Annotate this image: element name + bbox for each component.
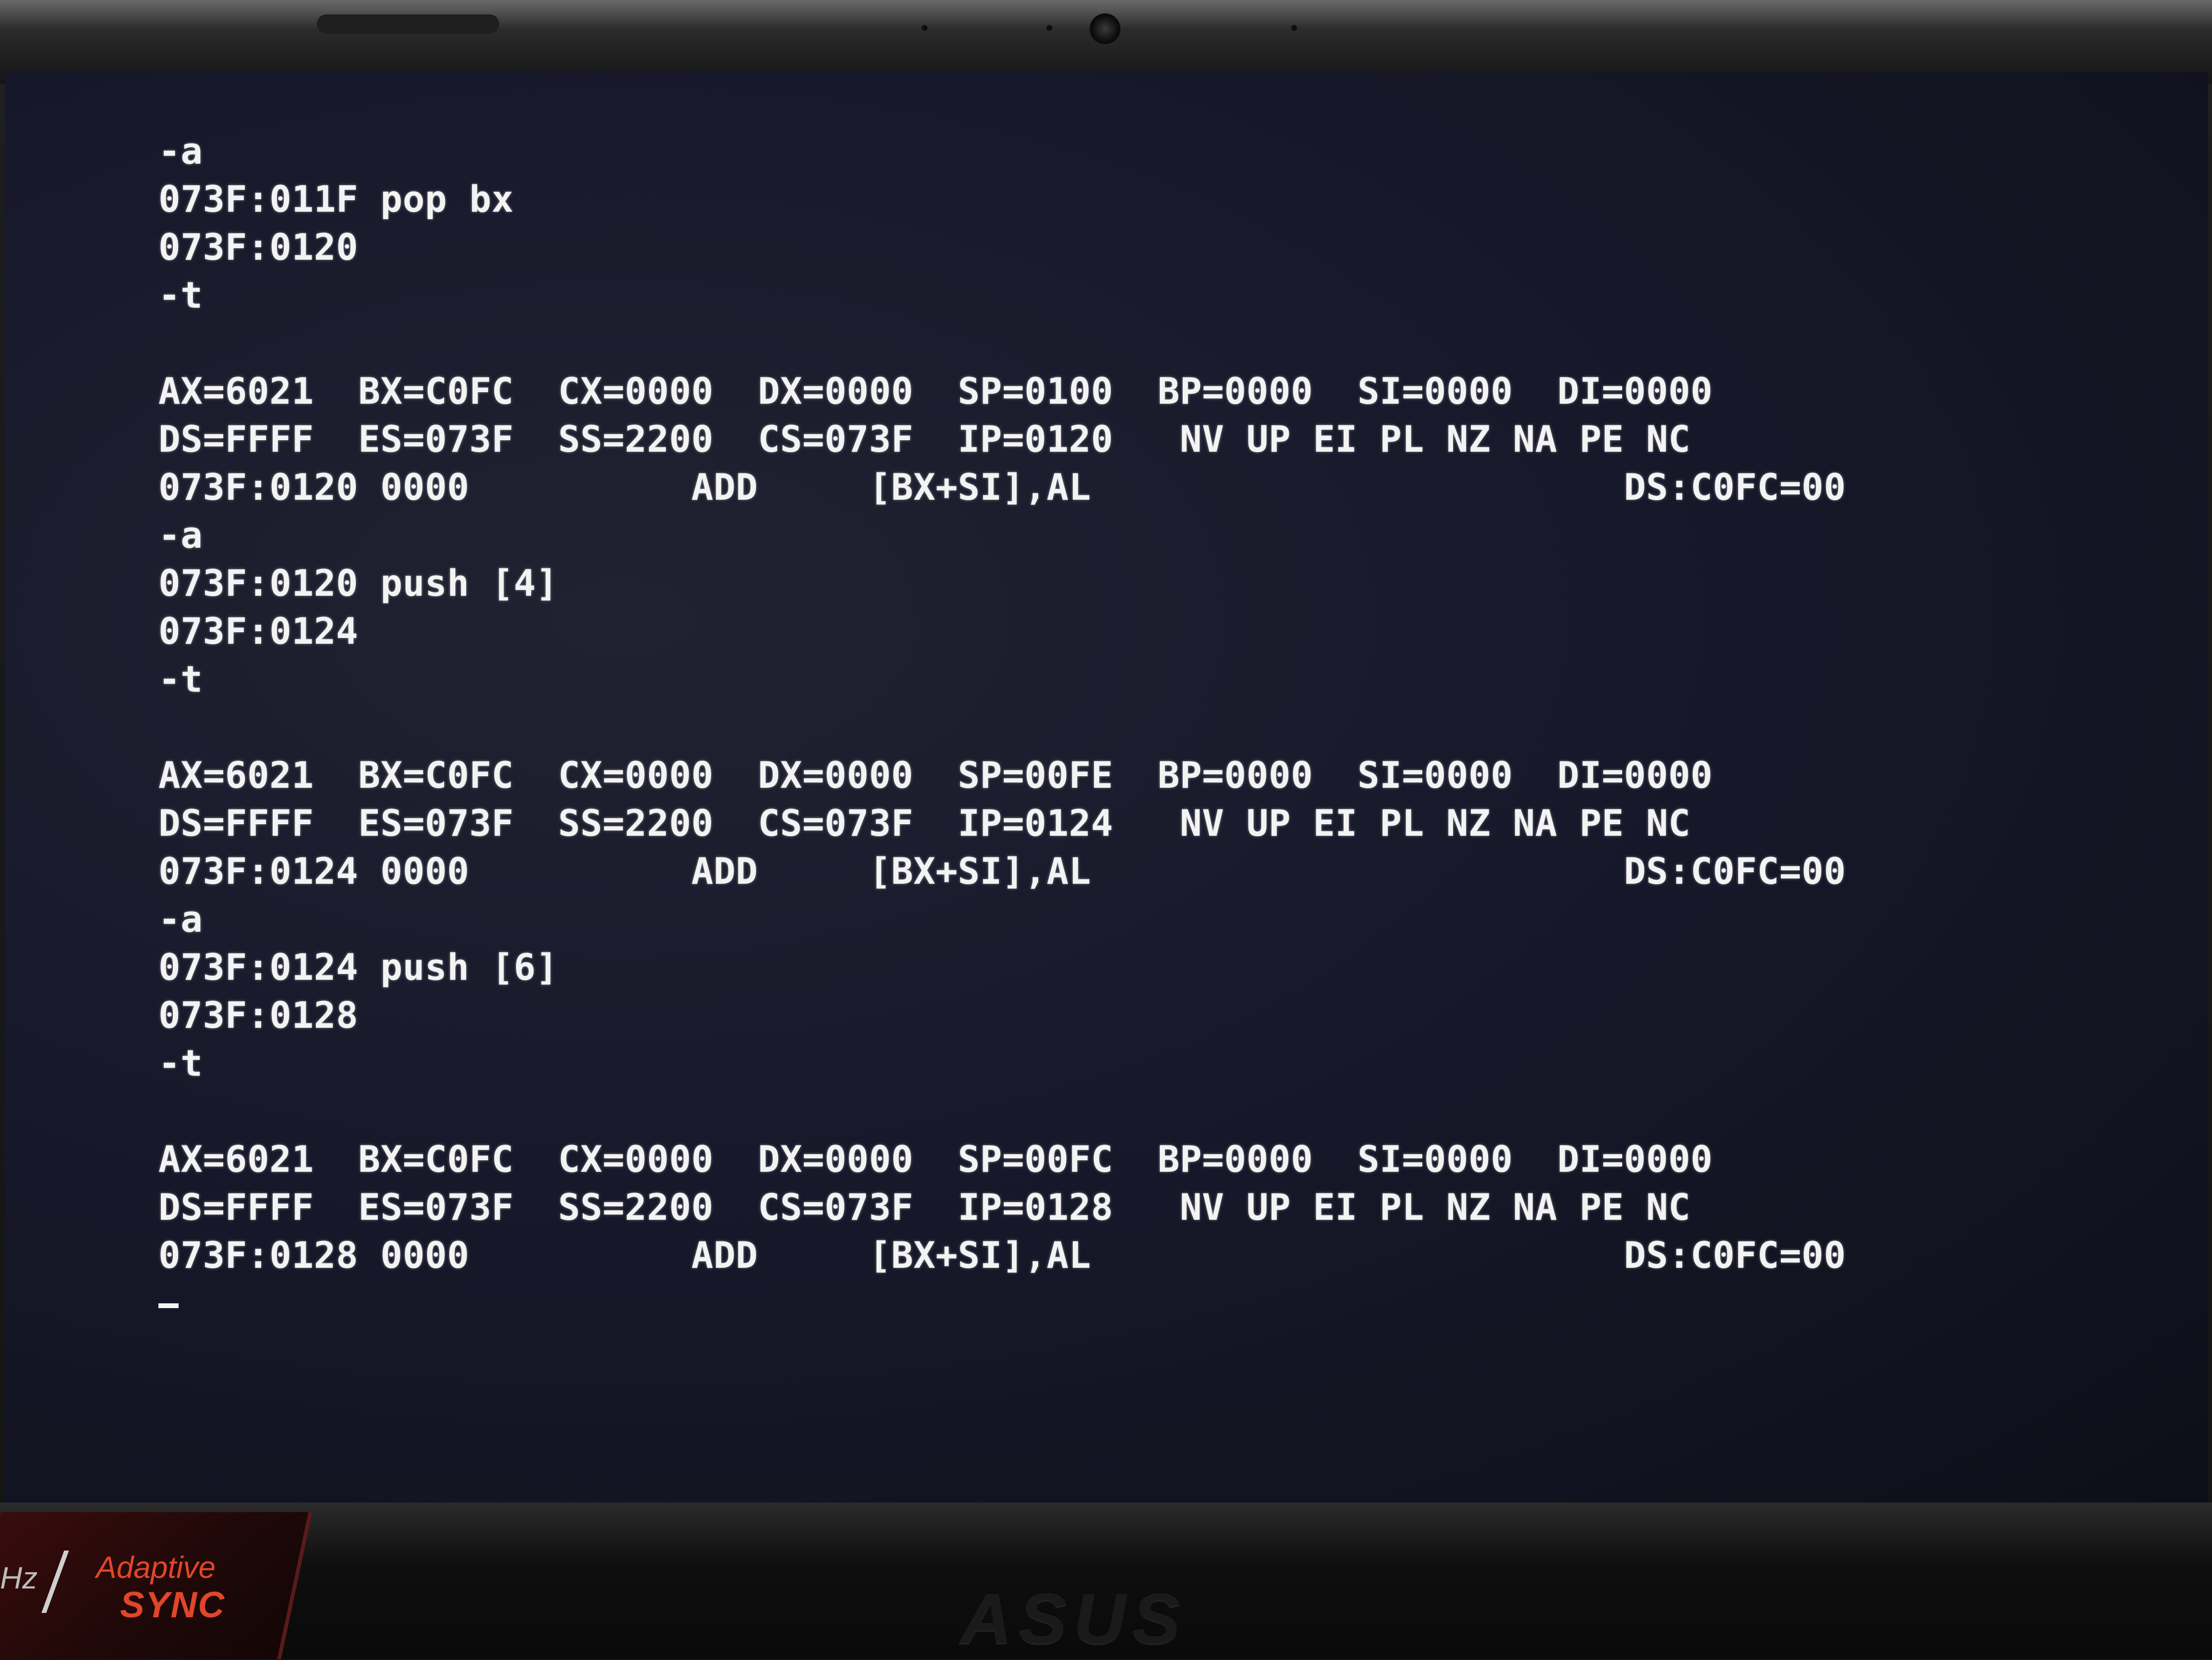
brand-logo: ASUS (960, 1578, 1187, 1659)
terminal-line: DS=FFFF ES=073F SS=2200 CS=073F IP=0120 … (158, 418, 1691, 460)
terminal-line: AX=6021 BX=C0FC CX=0000 DX=0000 SP=00FC … (158, 1138, 1713, 1180)
terminal-line: -t (158, 1042, 203, 1084)
terminal-line: -a (158, 514, 203, 556)
terminal-line: DS=FFFF ES=073F SS=2200 CS=073F IP=0124 … (158, 802, 1691, 844)
terminal-line: 073F:0128 0000 ADD [BX+SI],AL DS:C0FC=00 (158, 1234, 1846, 1276)
terminal-line: 073F:0120 0000 ADD [BX+SI],AL DS:C0FC=00 (158, 466, 1846, 508)
terminal-line: AX=6021 BX=C0FC CX=0000 DX=0000 SP=00FE … (158, 754, 1713, 796)
sensor-dot-icon (922, 25, 927, 31)
text-cursor-icon (158, 1303, 179, 1308)
terminal-line: 073F:011F pop bx (158, 178, 514, 220)
laptop-top-bezel (0, 0, 2212, 84)
sensor-dot-icon (1291, 25, 1297, 31)
debug-terminal-output[interactable]: -a 073F:011F pop bx 073F:0120 -t AX=6021 BX=… (158, 127, 1846, 1327)
terminal-line: 073F:0128 (158, 994, 359, 1036)
sensor-dot-icon (1046, 25, 1052, 31)
terminal-line: DS=FFFF ES=073F SS=2200 CS=073F IP=0128 … (158, 1186, 1691, 1228)
terminal-line: 073F:0124 push [6] (158, 946, 558, 988)
webcam-icon (1090, 13, 1120, 44)
terminal-prompt-line[interactable] (158, 1279, 1846, 1327)
terminal-line: -a (158, 898, 203, 940)
terminal-line: -a (158, 130, 203, 172)
sticker-hz-label: Hz (0, 1561, 38, 1595)
terminal-line: AX=6021 BX=C0FC CX=0000 DX=0000 SP=0100 … (158, 370, 1713, 412)
photo-background: -a 073F:011F pop bx 073F:0120 -t AX=6021 BX=… (0, 0, 2212, 1659)
terminal-line: -t (158, 658, 203, 700)
terminal-line: 073F:0120 push [4] (158, 562, 558, 604)
terminal-line: 073F:0124 0000 ADD [BX+SI],AL DS:C0FC=00 (158, 850, 1846, 892)
terminal-line: -t (158, 274, 203, 316)
sticker-sync-label: SYNC (120, 1585, 226, 1625)
sticker-adaptive-label: Adaptive (96, 1550, 216, 1585)
bezel-hinge-notch (317, 14, 499, 34)
terminal-line: 073F:0124 (158, 610, 359, 652)
terminal-line: 073F:0120 (158, 226, 359, 268)
